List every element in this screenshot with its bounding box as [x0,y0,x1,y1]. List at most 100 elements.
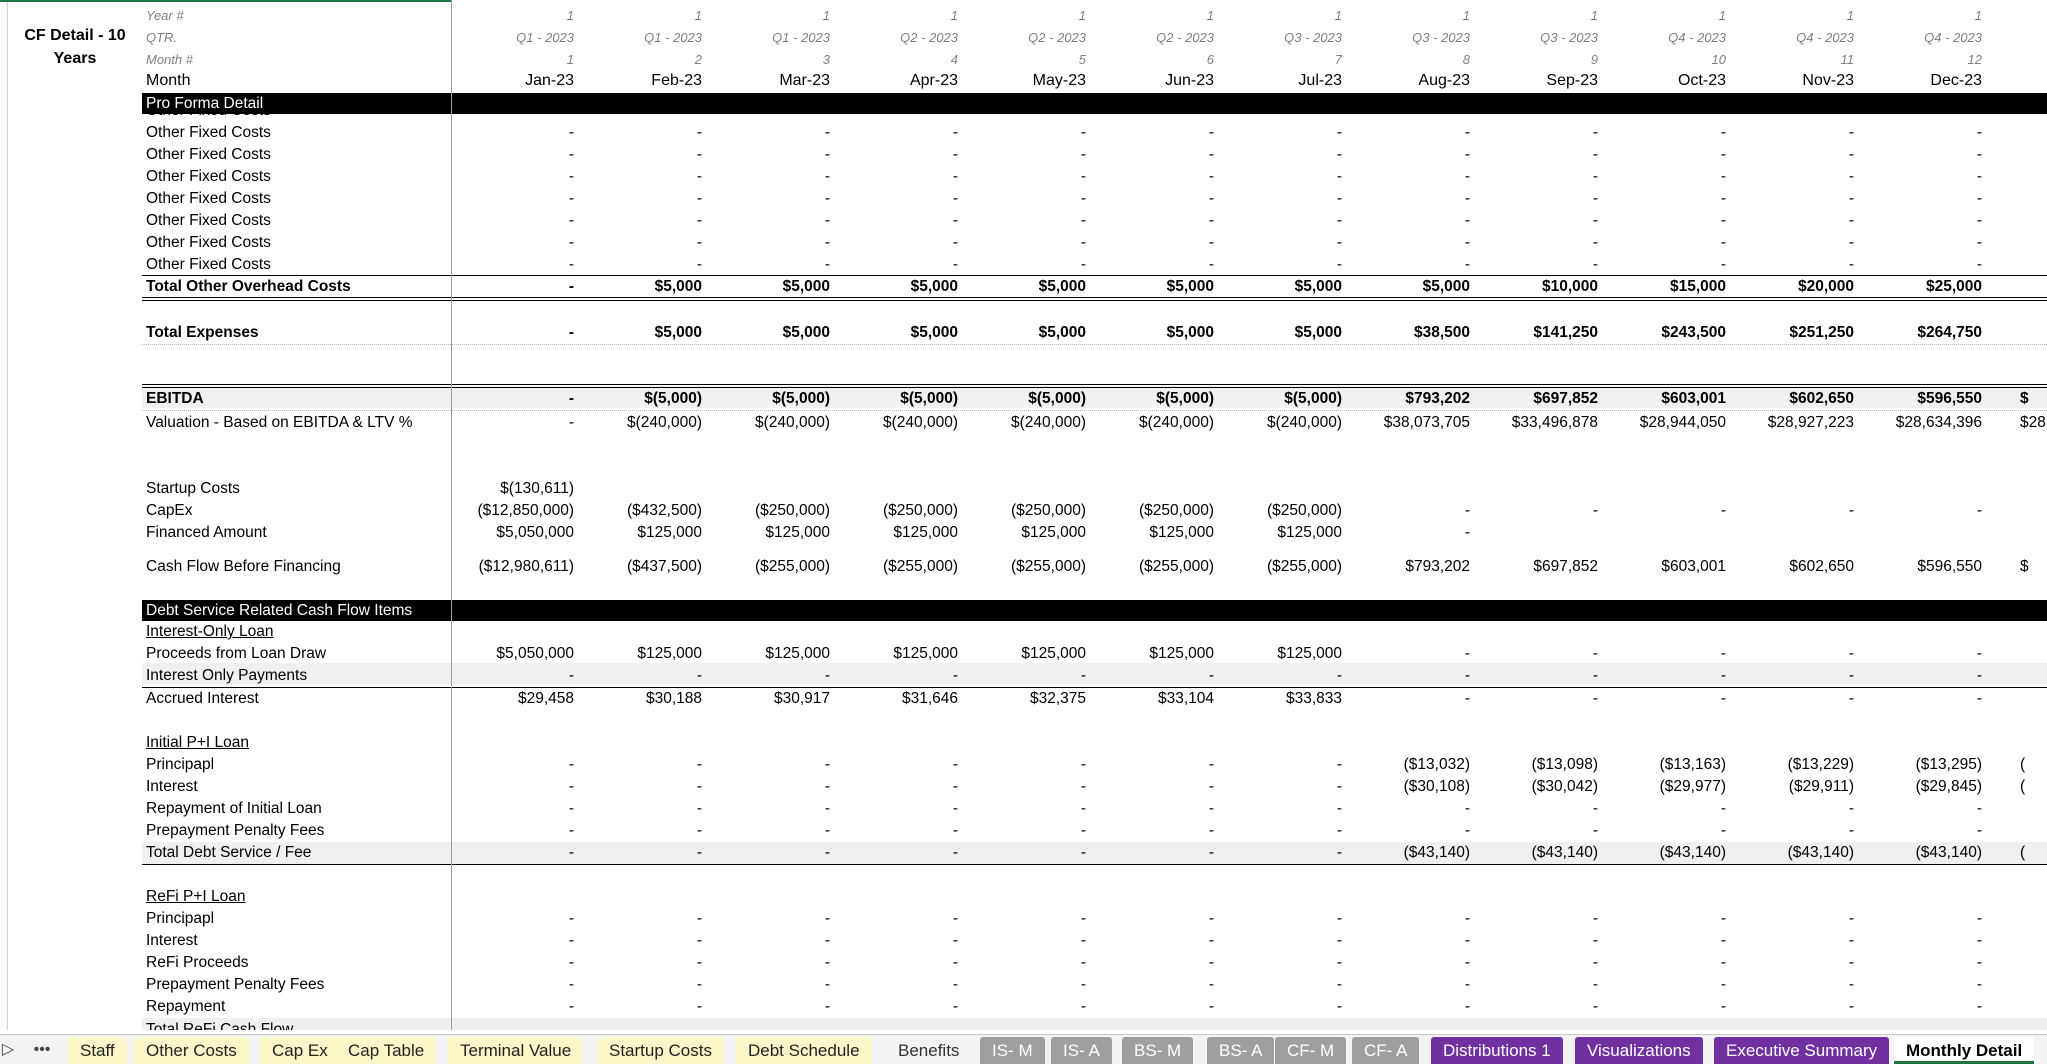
cell[interactable]: - [1345,643,1470,665]
cell[interactable]: $251,250 [1729,322,1854,344]
cell[interactable]: $(5,000) [833,388,958,410]
cell[interactable]: - [1857,798,1982,820]
sheet-tab[interactable]: IS- M [980,1037,1045,1064]
cell[interactable]: - [1729,820,1854,842]
cell[interactable]: ($250,000) [961,500,1086,522]
cell[interactable]: - [1729,188,1854,210]
cell[interactable]: - [1857,996,1982,1018]
cell[interactable]: - [833,144,958,166]
cell[interactable]: - [1345,254,1470,276]
row-label[interactable]: Prepayment Penalty Fees [146,820,324,842]
cell[interactable]: May-23 [961,70,1086,92]
cell[interactable]: $5,000 [833,322,958,344]
row-label[interactable]: Interest [146,776,198,798]
cell[interactable]: - [961,776,1086,798]
cell[interactable]: 1 [1345,5,1470,27]
cell[interactable]: $15,000 [1601,276,1726,298]
cell[interactable]: - [449,166,574,188]
cell[interactable]: - [705,754,830,776]
cell[interactable]: - [833,210,958,232]
cell-overflow[interactable]: $28, [2020,412,2047,434]
cell[interactable]: $(240,000) [1089,412,1214,434]
cell[interactable]: - [961,144,1086,166]
cell[interactable]: - [1089,665,1214,687]
cell[interactable]: Nov-23 [1729,70,1854,92]
cell[interactable]: - [449,908,574,930]
cell[interactable]: $125,000 [705,643,830,665]
sheet-tab[interactable]: IS- A [1051,1037,1112,1064]
cell[interactable]: - [1345,930,1470,952]
cell[interactable]: - [1857,820,1982,842]
cell[interactable]: - [1857,254,1982,276]
cell[interactable]: 12 [1857,49,1982,71]
cell[interactable] [1729,478,1854,500]
cell[interactable]: - [577,996,702,1018]
cell[interactable]: $243,500 [1601,322,1726,344]
cell[interactable]: 1 [449,49,574,71]
cell[interactable] [1601,478,1726,500]
cell[interactable]: - [1473,643,1598,665]
row-label[interactable]: Other Fixed Costs [146,114,271,122]
cell[interactable]: - [1857,232,1982,254]
cell[interactable]: - [1473,974,1598,996]
cell[interactable]: - [705,842,830,864]
cell[interactable]: - [1857,974,1982,996]
cell[interactable]: - [577,254,702,276]
cell[interactable]: - [705,974,830,996]
sheet-tab[interactable]: Staff [68,1037,127,1064]
cell[interactable]: - [1857,952,1982,974]
cell[interactable]: Q1 - 2023 [577,27,702,49]
cell[interactable]: $28,634,396 [1857,412,1982,434]
cell[interactable]: ($255,000) [705,556,830,578]
row-label[interactable]: Accrued Interest [146,688,259,710]
cell[interactable]: $5,000 [1217,276,1342,298]
cell[interactable]: - [1601,144,1726,166]
cell[interactable]: $33,496,878 [1473,412,1598,434]
cell[interactable]: $125,000 [1089,522,1214,544]
cell[interactable]: 1 [577,5,702,27]
cell[interactable]: $5,000 [1089,322,1214,344]
cell[interactable]: - [449,798,574,820]
cell[interactable]: $(5,000) [1217,388,1342,410]
cell[interactable]: $596,550 [1857,388,1982,410]
cell[interactable]: $32,375 [961,688,1086,710]
cell[interactable]: - [1729,232,1854,254]
cell[interactable]: - [833,798,958,820]
cell[interactable]: - [449,665,574,687]
cell[interactable]: Jan-23 [449,70,574,92]
cell[interactable]: - [1857,166,1982,188]
cell[interactable]: 11 [1729,49,1855,71]
cell[interactable]: $33,104 [1089,688,1214,710]
cell[interactable]: - [449,144,574,166]
cell[interactable]: 1 [449,5,574,27]
row-label[interactable]: Year # [146,5,184,27]
cell[interactable]: - [833,754,958,776]
cell[interactable]: - [1601,952,1726,974]
cell[interactable]: Feb-23 [577,70,702,92]
cell[interactable]: - [449,842,574,864]
cell[interactable]: - [705,665,830,687]
cell[interactable]: ($12,980,611) [449,556,574,578]
cell[interactable]: - [449,322,574,344]
cell[interactable]: - [961,842,1086,864]
cell[interactable]: $125,000 [1089,643,1214,665]
cell[interactable]: Mar-23 [705,70,830,92]
cell[interactable]: Sep-23 [1473,70,1598,92]
cell[interactable]: - [1217,996,1342,1018]
cell-overflow[interactable]: $ [2020,388,2047,410]
cell[interactable]: $(240,000) [577,412,702,434]
cell[interactable]: $125,000 [705,522,830,544]
cell[interactable]: - [1217,930,1342,952]
cell[interactable]: - [577,930,702,952]
cell[interactable]: - [449,388,574,410]
cell[interactable]: - [705,144,830,166]
cell[interactable]: - [1089,776,1214,798]
cell[interactable]: ($437,500) [577,556,702,578]
cell[interactable]: - [449,210,574,232]
row-label[interactable]: Initial P+I Loan [146,732,249,754]
cell[interactable]: $(5,000) [961,388,1086,410]
row-label[interactable]: Repayment [146,996,225,1018]
cell[interactable]: $(240,000) [1217,412,1342,434]
cell[interactable]: - [1473,952,1598,974]
cell[interactable]: 5 [961,49,1086,71]
